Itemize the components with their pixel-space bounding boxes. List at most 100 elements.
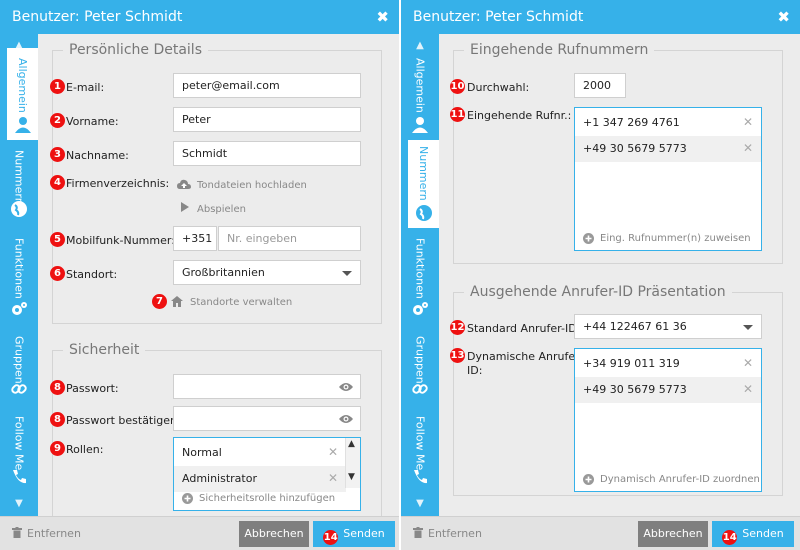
security-section: Sicherheit 8 Passwort: 8 Passwort bestät… xyxy=(50,342,382,516)
roles-label: Rollen: xyxy=(66,443,104,456)
step-badge: 4 xyxy=(50,175,65,190)
list-item[interactable]: +34 919 011 319 ✕ xyxy=(575,351,761,377)
roles-list[interactable]: Normal ✕ Administrator ✕ ▲ ▼ Sicherheits… xyxy=(173,437,361,511)
remove-icon[interactable]: ✕ xyxy=(743,141,753,155)
add-circle-icon[interactable] xyxy=(583,233,594,244)
tab-label: Funktionen xyxy=(413,238,427,299)
remove-icon[interactable]: ✕ xyxy=(743,356,753,370)
list-item[interactable]: Administrator ✕ xyxy=(174,466,346,492)
remove-button[interactable]: Entfernen xyxy=(12,527,81,540)
remove-icon[interactable]: ✕ xyxy=(743,382,753,396)
tab-label: Follow Me xyxy=(12,416,26,471)
cloud-upload-icon[interactable] xyxy=(177,179,191,190)
upload-link[interactable]: Tondateien hochladen xyxy=(197,180,307,191)
play-link[interactable]: Abspielen xyxy=(197,204,246,215)
remove-icon[interactable]: ✕ xyxy=(328,471,338,485)
number-value: +49 30 5679 5773 xyxy=(583,142,687,155)
send-label: Senden xyxy=(742,527,784,540)
step-badge: 5 xyxy=(50,232,65,247)
incoming-numbers-section: Eingehende Rufnummern 10 Durchwahl: 11 E… xyxy=(450,42,783,264)
location-label: Standort: xyxy=(66,268,118,281)
role-name: Normal xyxy=(182,446,222,459)
location-select[interactable]: Großbritannien xyxy=(173,260,361,285)
firstname-input[interactable] xyxy=(173,107,361,132)
add-circle-icon[interactable] xyxy=(583,474,594,485)
play-icon[interactable] xyxy=(181,202,189,212)
section-title: Ausgehende Anrufer-ID Präsentation xyxy=(464,284,732,300)
chevron-down-icon[interactable]: ▼ xyxy=(348,472,355,482)
email-input[interactable] xyxy=(173,73,361,98)
number-value: +49 30 5679 5773 xyxy=(583,383,687,396)
tab-follow-me[interactable]: Follow Me xyxy=(0,410,38,492)
user-icon xyxy=(412,117,428,133)
send-button[interactable]: 14 Senden xyxy=(313,521,395,547)
trash-icon xyxy=(12,527,22,538)
gears-icon xyxy=(413,302,428,315)
manage-locations-link[interactable]: Standorte verwalten xyxy=(190,297,292,308)
tab-content: Persönliche Details 1 E-mail: 2 Vorname:… xyxy=(38,34,399,516)
tab-funktionen[interactable]: Funktionen xyxy=(401,232,439,324)
list-item[interactable]: Normal ✕ xyxy=(174,440,346,466)
tab-allgemein[interactable]: Allgemein xyxy=(7,48,38,140)
list-item[interactable]: +49 30 5679 5773 ✕ xyxy=(575,377,761,403)
chevron-down-icon xyxy=(342,271,352,276)
personal-details-section: Persönliche Details 1 E-mail: 2 Vorname:… xyxy=(50,42,382,324)
chevron-down-icon[interactable]: ▼ xyxy=(401,496,439,512)
tab-label: Allgemein xyxy=(16,58,29,113)
user-icon xyxy=(14,117,31,133)
link-icon xyxy=(412,384,428,394)
remove-button[interactable]: Entfernen xyxy=(413,527,482,540)
tab-follow-me[interactable]: Follow Me xyxy=(401,410,439,492)
incoming-numbers-label: Eingehende Rufnr.: xyxy=(467,109,572,122)
confirm-password-input[interactable] xyxy=(173,406,361,431)
tab-label: Funktionen xyxy=(12,238,26,299)
mobile-prefix[interactable]: +351 xyxy=(173,226,217,251)
standard-caller-id-select[interactable]: +44 122467 61 36 xyxy=(574,314,762,339)
remove-icon[interactable]: ✕ xyxy=(743,115,753,129)
lastname-label: Nachname: xyxy=(66,149,129,162)
assign-dynamic-id-link[interactable]: Dynamisch Anrufer-ID zuordnen xyxy=(600,474,760,485)
tab-nummern[interactable]: Nummern xyxy=(0,144,38,224)
location-value: Großbritannien xyxy=(182,266,265,279)
user-dialog-numbers: Benutzer: Peter Schmidt ✖ ▲ Allgemein Nu… xyxy=(401,0,800,550)
home-icon[interactable] xyxy=(171,296,183,307)
extension-input[interactable] xyxy=(574,73,626,98)
add-circle-icon[interactable] xyxy=(182,493,193,504)
eye-icon[interactable] xyxy=(339,381,353,393)
tab-nummern[interactable]: Nummern xyxy=(408,140,439,228)
tab-gruppen[interactable]: Gruppen xyxy=(401,330,439,404)
remove-icon[interactable]: ✕ xyxy=(328,445,338,459)
step-badge: 14 xyxy=(722,530,738,545)
dynamic-caller-id-label-cont: ID: xyxy=(467,364,483,377)
tab-label: Allgemein xyxy=(413,58,427,113)
password-input[interactable] xyxy=(173,374,361,399)
chevron-down-icon[interactable]: ▼ xyxy=(0,496,38,512)
close-icon[interactable]: ✖ xyxy=(777,8,790,26)
eye-icon[interactable] xyxy=(339,413,353,425)
link-icon xyxy=(11,384,27,394)
scrollbar[interactable]: ▲ ▼ xyxy=(345,438,360,488)
dynamic-caller-id-list[interactable]: +34 919 011 319 ✕ +49 30 5679 5773 ✕ Dyn… xyxy=(574,348,762,492)
mobile-label: Mobilfunk-Nummer: xyxy=(66,234,175,247)
tab-funktionen[interactable]: Funktionen xyxy=(0,232,38,324)
extension-label: Durchwahl: xyxy=(467,81,530,94)
list-item[interactable]: +1 347 269 4761 ✕ xyxy=(575,110,761,136)
cancel-button[interactable]: Abbrechen xyxy=(239,521,309,547)
password-label: Passwort: xyxy=(66,382,119,395)
incoming-numbers-list[interactable]: +1 347 269 4761 ✕ +49 30 5679 5773 ✕ Ein… xyxy=(574,107,762,251)
cancel-button[interactable]: Abbrechen xyxy=(638,521,708,547)
email-label: E-mail: xyxy=(66,81,105,94)
step-badge: 14 xyxy=(323,530,339,545)
close-icon[interactable]: ✖ xyxy=(376,8,389,26)
send-button[interactable]: 14 Senden xyxy=(712,521,794,547)
tab-gruppen[interactable]: Gruppen xyxy=(0,330,38,404)
confirm-password-label: Passwort bestätigen: xyxy=(66,414,181,427)
list-item[interactable]: +49 30 5679 5773 ✕ xyxy=(575,136,761,162)
lastname-input[interactable] xyxy=(173,141,361,166)
chevron-up-icon[interactable]: ▲ xyxy=(348,439,355,449)
add-role-link[interactable]: Sicherheitsrolle hinzufügen xyxy=(199,493,335,504)
assign-numbers-link[interactable]: Eing. Rufnummer(n) zuweisen xyxy=(600,233,751,244)
dynamic-caller-id-label: Dynamische Anrufer- xyxy=(467,350,583,363)
mobile-number-input[interactable] xyxy=(218,226,361,251)
tab-allgemein[interactable]: Allgemein xyxy=(401,48,439,140)
